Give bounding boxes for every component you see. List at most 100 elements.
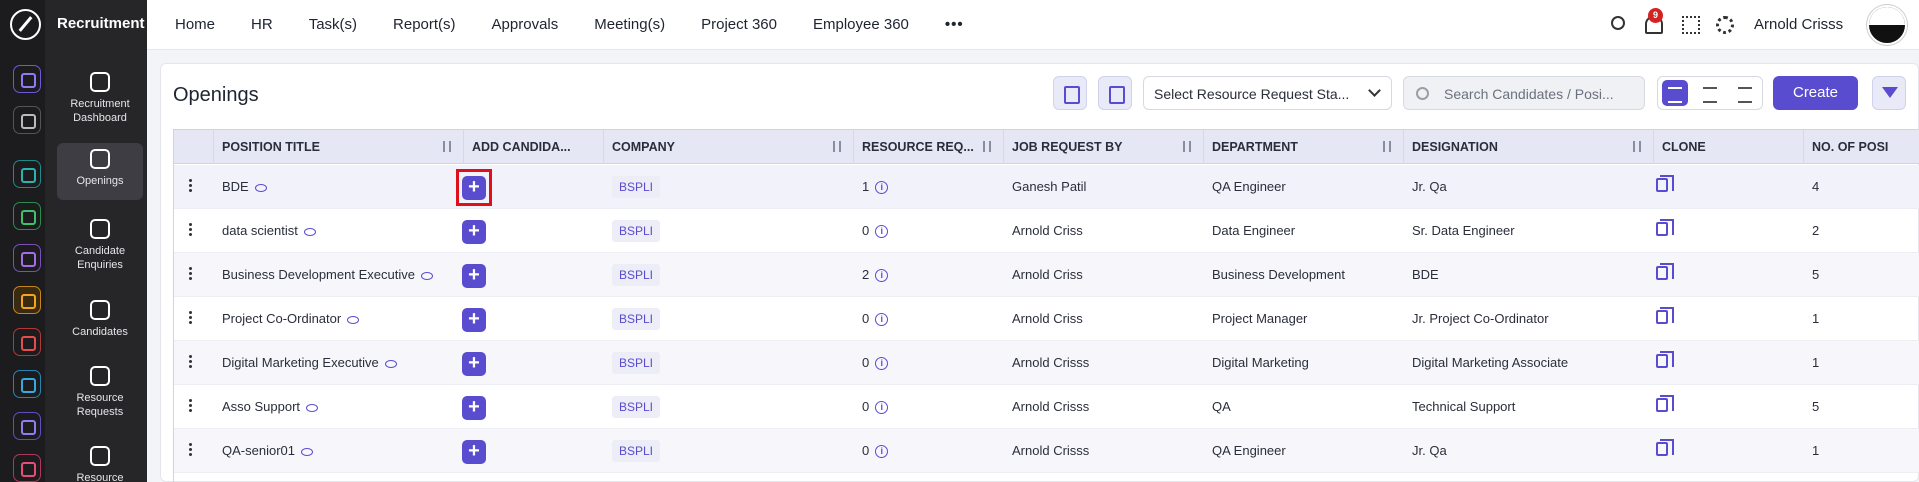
monitor-view-button[interactable] <box>1053 76 1087 110</box>
row-menu-icon[interactable] <box>189 399 192 413</box>
position-title-cell[interactable]: Digital Marketing Executive <box>214 341 397 385</box>
position-title[interactable]: data scientist <box>222 223 298 238</box>
briefcase-app-icon[interactable] <box>13 244 41 272</box>
resource-request-status-select[interactable]: Select Resource Request Sta... <box>1143 76 1392 110</box>
table-row[interactable]: Project Co-Ordinator + BSPLI 0i Arnold C… <box>174 297 1919 341</box>
column-no-of-positions[interactable]: NO. OF POSI <box>1804 130 1919 164</box>
row-menu-icon[interactable] <box>189 223 192 237</box>
position-title[interactable]: BDE <box>222 179 249 194</box>
position-title-cell[interactable]: Project Co-Ordinator <box>214 297 360 341</box>
sort-icon[interactable] <box>831 141 843 153</box>
eye-icon[interactable] <box>384 359 397 368</box>
table-row[interactable]: BDE + BSPLI 1i Ganesh Patil QA Engineer … <box>174 165 1919 209</box>
filter-icon[interactable] <box>1872 76 1906 110</box>
eye-icon[interactable] <box>306 403 319 412</box>
table-row[interactable]: Asso Support + BSPLI 0i Arnold Crisss QA… <box>174 385 1919 429</box>
avatar[interactable] <box>1867 5 1907 45</box>
clone-icon[interactable] <box>1656 263 1674 280</box>
layers-app-icon[interactable] <box>13 412 41 440</box>
position-title-cell[interactable]: data scientist <box>214 209 316 253</box>
sidebar-item-resource[interactable]: Resource <box>57 440 143 482</box>
create-button[interactable]: Create <box>1773 76 1858 110</box>
position-title-cell[interactable]: Business Development Executive <box>214 253 433 297</box>
sort-icon[interactable] <box>981 141 993 153</box>
sort-icon[interactable] <box>1381 141 1393 153</box>
monitor-app-icon[interactable] <box>13 454 41 482</box>
row-menu-icon[interactable] <box>189 311 192 325</box>
nav-project-360[interactable]: Project 360 <box>701 16 777 33</box>
position-title[interactable]: Project Co-Ordinator <box>222 311 341 326</box>
row-menu-icon[interactable] <box>189 267 192 281</box>
money-app-icon[interactable] <box>13 202 41 230</box>
position-title[interactable]: Digital Marketing Executive <box>222 355 379 370</box>
column-designation[interactable]: DESIGNATION <box>1404 130 1654 164</box>
row-menu-icon[interactable] <box>189 355 192 369</box>
tree-view-icon[interactable] <box>1732 80 1758 106</box>
add-candidate-button[interactable]: + <box>462 264 486 288</box>
sidebar-item-candidates[interactable]: Candidates <box>57 294 143 339</box>
row-menu-icon[interactable] <box>189 443 192 457</box>
clone-icon[interactable] <box>1656 219 1674 236</box>
people-app-icon[interactable] <box>13 160 41 188</box>
nav-approvals[interactable]: Approvals <box>492 16 559 33</box>
search-input[interactable]: Search Candidates / Posi... <box>1403 76 1645 110</box>
eye-icon[interactable] <box>347 315 360 324</box>
sort-icon[interactable] <box>1631 141 1643 153</box>
info-icon[interactable]: i <box>875 401 889 415</box>
info-icon[interactable]: i <box>875 225 889 239</box>
nav-tasks[interactable]: Task(s) <box>309 16 357 33</box>
archive-app-icon[interactable] <box>13 370 41 398</box>
add-candidate-button[interactable]: + <box>462 176 486 200</box>
info-icon[interactable]: i <box>875 357 889 371</box>
add-candidate-button[interactable]: + <box>462 396 486 420</box>
nav-employee-360[interactable]: Employee 360 <box>813 16 909 33</box>
apps-grid-icon[interactable] <box>1682 16 1700 34</box>
eye-icon[interactable] <box>303 227 316 236</box>
checklist-view-icon[interactable] <box>1662 80 1688 106</box>
position-title-cell[interactable]: Asso Support <box>214 385 319 429</box>
pin-app-icon[interactable] <box>13 106 41 134</box>
home-app-icon[interactable] <box>13 65 41 93</box>
clone-icon[interactable] <box>1656 351 1674 368</box>
nav-reports[interactable]: Report(s) <box>393 16 456 33</box>
nav-home[interactable]: Home <box>175 16 215 33</box>
position-title[interactable]: QA-senior01 <box>222 443 295 458</box>
nav-hr[interactable]: HR <box>251 16 273 33</box>
recruitment-app-icon[interactable] <box>13 286 41 314</box>
sidebar-item-openings[interactable]: Openings <box>57 143 143 200</box>
export-file-button[interactable] <box>1098 76 1132 110</box>
eye-icon[interactable] <box>254 183 267 192</box>
column-settings-icon[interactable] <box>174 130 214 164</box>
eye-icon[interactable] <box>420 271 433 280</box>
add-candidate-button[interactable]: + <box>462 352 486 376</box>
sidebar-item-resource-requests[interactable]: Resource Requests <box>57 360 143 419</box>
add-candidate-button[interactable]: + <box>462 440 486 464</box>
info-icon[interactable]: i <box>875 181 889 195</box>
info-icon[interactable]: i <box>875 445 889 459</box>
table-row[interactable]: QA-senior01 + BSPLI 0i Arnold Crisss QA … <box>174 429 1919 473</box>
column-job-request-by[interactable]: JOB REQUEST BY <box>1004 130 1204 164</box>
clone-icon[interactable] <box>1656 175 1674 192</box>
add-candidate-button[interactable]: + <box>462 308 486 332</box>
position-title[interactable]: Business Development Executive <box>222 267 415 282</box>
column-company[interactable]: COMPANY <box>604 130 854 164</box>
position-title-cell[interactable]: BDE <box>214 165 267 209</box>
info-icon[interactable]: i <box>875 313 889 327</box>
clone-icon[interactable] <box>1656 307 1674 324</box>
sort-icon[interactable] <box>1181 141 1193 153</box>
table-row[interactable]: data scientist + BSPLI 0i Arnold Criss D… <box>174 209 1919 253</box>
nav-more-icon[interactable]: ••• <box>945 16 964 33</box>
user-name[interactable]: Arnold Crisss <box>1754 16 1843 33</box>
clone-icon[interactable] <box>1656 439 1674 456</box>
position-title[interactable]: Asso Support <box>222 399 300 414</box>
eye-icon[interactable] <box>300 447 313 456</box>
search-icon[interactable] <box>1611 16 1625 30</box>
app-logo-icon[interactable] <box>10 9 41 40</box>
nav-meetings[interactable]: Meeting(s) <box>594 16 665 33</box>
add-candidate-button[interactable]: + <box>462 220 486 244</box>
column-department[interactable]: DEPARTMENT <box>1204 130 1404 164</box>
sidebar-item-recruitment-dashboard[interactable]: Recruitment Dashboard <box>57 66 143 125</box>
table-row[interactable]: Business Development Executive + BSPLI 2… <box>174 253 1919 297</box>
gear-icon[interactable] <box>1716 16 1734 34</box>
target-app-icon[interactable] <box>13 328 41 356</box>
